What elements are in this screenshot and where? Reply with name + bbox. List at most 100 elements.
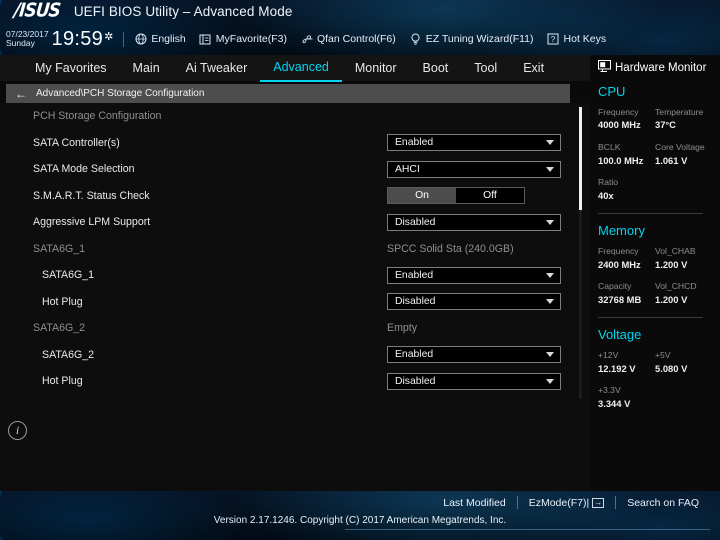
tab-monitor[interactable]: Monitor — [342, 55, 410, 81]
tab-exit[interactable]: Exit — [510, 55, 557, 81]
hw-cell-key: +3.3V — [598, 385, 621, 396]
header-item-english[interactable]: English — [134, 33, 186, 46]
settings-row: SATA6G_1 SPCC Solid Sta (240.0GB) — [0, 236, 573, 263]
setting-dropdown-aggressive-lpm-support-3[interactable]: Disabled — [387, 213, 561, 231]
bios-screen: /ISUS UEFI BIOS Utility – Advanced Mode … — [0, 0, 720, 540]
settings-row: SATA6G_3Empty — [0, 395, 573, 403]
header-item-ez-tuning-wizard[interactable]: EZ Tuning Wizard(F11) — [409, 33, 534, 46]
hw-section-title-cpu: CPU — [598, 84, 626, 99]
settings-row: SATA6G_2 Empty — [0, 315, 573, 342]
hw-section-divider — [598, 317, 703, 319]
dropdown-value: Enabled — [395, 349, 434, 361]
info-icon[interactable]: i — [8, 421, 27, 440]
hw-cell-temperature: Temperature 37°C — [655, 106, 712, 132]
hw-cell-value: 1.200 V — [655, 293, 688, 305]
settings-scrollbar-thumb[interactable] — [579, 107, 582, 210]
settings-row: Aggressive LPM Support Disabled — [0, 209, 573, 236]
hw-section-grid-voltage: +12V 12.192 V +5V 5.080 V +3.3V 3.344 V — [598, 349, 720, 419]
settings-section-title: PCH Storage Configuration — [33, 110, 162, 123]
globe-icon — [134, 33, 147, 46]
tab-boot[interactable]: Boot — [410, 55, 462, 81]
tab-main[interactable]: Main — [120, 55, 173, 81]
setting-toggle-s-m-a-r-t-status-check[interactable]: On Off — [387, 187, 525, 205]
setting-label-sata6g-2: SATA6G_2 — [33, 322, 86, 335]
settings-panel: PCH Storage Configuration SATA Controller… — [0, 103, 590, 403]
setting-label-aggressive-lpm-support: Aggressive LPM Support — [33, 216, 151, 229]
header-top-row: /ISUS UEFI BIOS Utility – Advanced Mode — [0, 0, 720, 23]
arrow-left-icon[interactable]: ← — [15, 88, 27, 100]
hw-cell-key: +5V — [655, 350, 671, 361]
setting-dropdown-sata6g-1-5[interactable]: Enabled — [387, 266, 561, 284]
footer-accent-line — [345, 529, 710, 530]
setting-label-sata6g-2: SATA6G_2 — [42, 348, 95, 361]
breadcrumb[interactable]: ← Advanced\PCH Storage Configuration — [6, 84, 570, 103]
toggle-option-off[interactable]: Off — [456, 188, 524, 204]
hw-section-divider — [598, 213, 703, 215]
setting-value-sata6g-1-4: SPCC Solid Sta (240.0GB) — [387, 242, 514, 255]
question-box-icon: ? — [547, 33, 560, 46]
settings-row: SATA6G_1 Enabled — [0, 262, 573, 289]
settings-row: SATA6G_2 Enabled — [0, 342, 573, 369]
header-divider — [123, 31, 125, 47]
header-item-qfan-control[interactable]: Qfan Control(F6) — [300, 33, 396, 46]
header-item-hot-keys[interactable]: ? Hot Keys — [547, 33, 606, 46]
hw-cell-key: Core Voltage — [655, 142, 705, 153]
setting-dropdown-hot-plug-9[interactable]: Disabled — [387, 372, 561, 390]
tab-my-favorites[interactable]: My Favorites — [22, 55, 120, 81]
version-text: Version 2.17.1246. Copyright (C) 2017 Am… — [213, 515, 507, 526]
dropdown-value: Enabled — [395, 137, 434, 149]
chevron-down-icon — [546, 166, 554, 172]
footer-link-last-modified[interactable]: Last Modified — [432, 497, 516, 509]
footer-link-search-on-faq[interactable]: Search on FAQ — [616, 497, 710, 509]
settings-section-title-row: PCH Storage Configuration — [0, 103, 573, 130]
settings-row: S.M.A.R.T. Status Check On Off — [0, 183, 573, 210]
hw-cell-vol-chab: Vol_CHAB 1.200 V — [655, 245, 712, 271]
hardware-monitor-sections: CPU Frequency 4000 MHz Temperature 37°C BCLK 1… — [598, 84, 720, 420]
page-title: UEFI BIOS Utility – Advanced Mode — [73, 4, 293, 19]
chevron-down-icon — [546, 272, 554, 278]
main-tab-bar: My Favorites Main Ai Tweaker Advanced Mo… — [0, 54, 590, 82]
arrow-right-box-icon: → — [592, 497, 605, 508]
hw-cell-bclk: BCLK 100.0 MHz — [598, 141, 655, 167]
setting-label-s-m-a-r-t-status-check: S.M.A.R.T. Status Check — [33, 189, 150, 202]
hw-cell-key: Capacity — [598, 281, 632, 292]
hw-cell-value: 4000 MHz — [598, 119, 641, 131]
hw-section-grid-cpu: Frequency 4000 MHz Temperature 37°C BCLK 100.… — [598, 106, 720, 211]
setting-label-hot-plug: Hot Plug — [42, 295, 83, 308]
setting-dropdown-sata-mode-selection-1[interactable]: AHCI — [387, 160, 561, 178]
setting-dropdown-sata6g-2-8[interactable]: Enabled — [387, 346, 561, 364]
chevron-down-icon — [546, 378, 554, 384]
date-display: 07/23/2017 Sunday — [6, 30, 49, 47]
dropdown-value: Disabled — [395, 216, 436, 228]
footer-link-ezmode[interactable]: EzMode(F7)| → — [518, 497, 616, 509]
setting-dropdown-hot-plug-6[interactable]: Disabled — [387, 293, 561, 311]
hardware-monitor-title-label: Hardware Monitor — [615, 61, 707, 74]
hw-cell-frequency: Frequency 2400 MHz — [598, 245, 655, 271]
hw-cell-3-3v: +3.3V 3.344 V — [598, 384, 655, 410]
hw-cell-key: Vol_CHAB — [655, 246, 696, 257]
tab-advanced[interactable]: Advanced — [260, 54, 342, 82]
setting-label-sata6g-1: SATA6G_1 — [42, 269, 95, 282]
hardware-monitor-sidebar: Hardware Monitor CPU Frequency 4000 MHz Tem… — [590, 55, 720, 491]
header-item-myfavorite[interactable]: MyFavorite(F3) — [199, 33, 287, 46]
settings-row: Hot Plug Disabled — [0, 289, 573, 316]
tab-ai-tweaker[interactable]: Ai Tweaker — [173, 55, 261, 81]
hw-cell-value: 3.344 V — [598, 397, 631, 409]
hw-cell-key: Vol_CHCD — [655, 281, 697, 292]
header-item-label: MyFavorite(F3) — [215, 33, 287, 45]
monitor-icon — [598, 60, 611, 75]
hw-cell-vol-chcd: Vol_CHCD 1.200 V — [655, 280, 712, 306]
hw-cell-core-voltage: Core Voltage 1.061 V — [655, 141, 712, 167]
toggle-option-on[interactable]: On — [388, 188, 456, 204]
footer-link-ezmode-label: EzMode(F7)| — [528, 496, 590, 509]
chevron-down-icon — [546, 299, 554, 305]
tab-tool[interactable]: Tool — [461, 55, 510, 81]
gear-icon[interactable]: ✲ — [104, 30, 113, 43]
header-item-label: EZ Tuning Wizard(F11) — [425, 33, 534, 45]
hw-cell-key: Frequency — [598, 107, 639, 117]
hw-cell-value: 40x — [598, 189, 614, 201]
setting-dropdown-sata-controller-s-0[interactable]: Enabled — [387, 134, 561, 152]
hardware-monitor-title: Hardware Monitor — [598, 60, 720, 75]
chevron-down-icon — [546, 219, 554, 225]
hw-cell-value: 1.061 V — [655, 154, 688, 166]
